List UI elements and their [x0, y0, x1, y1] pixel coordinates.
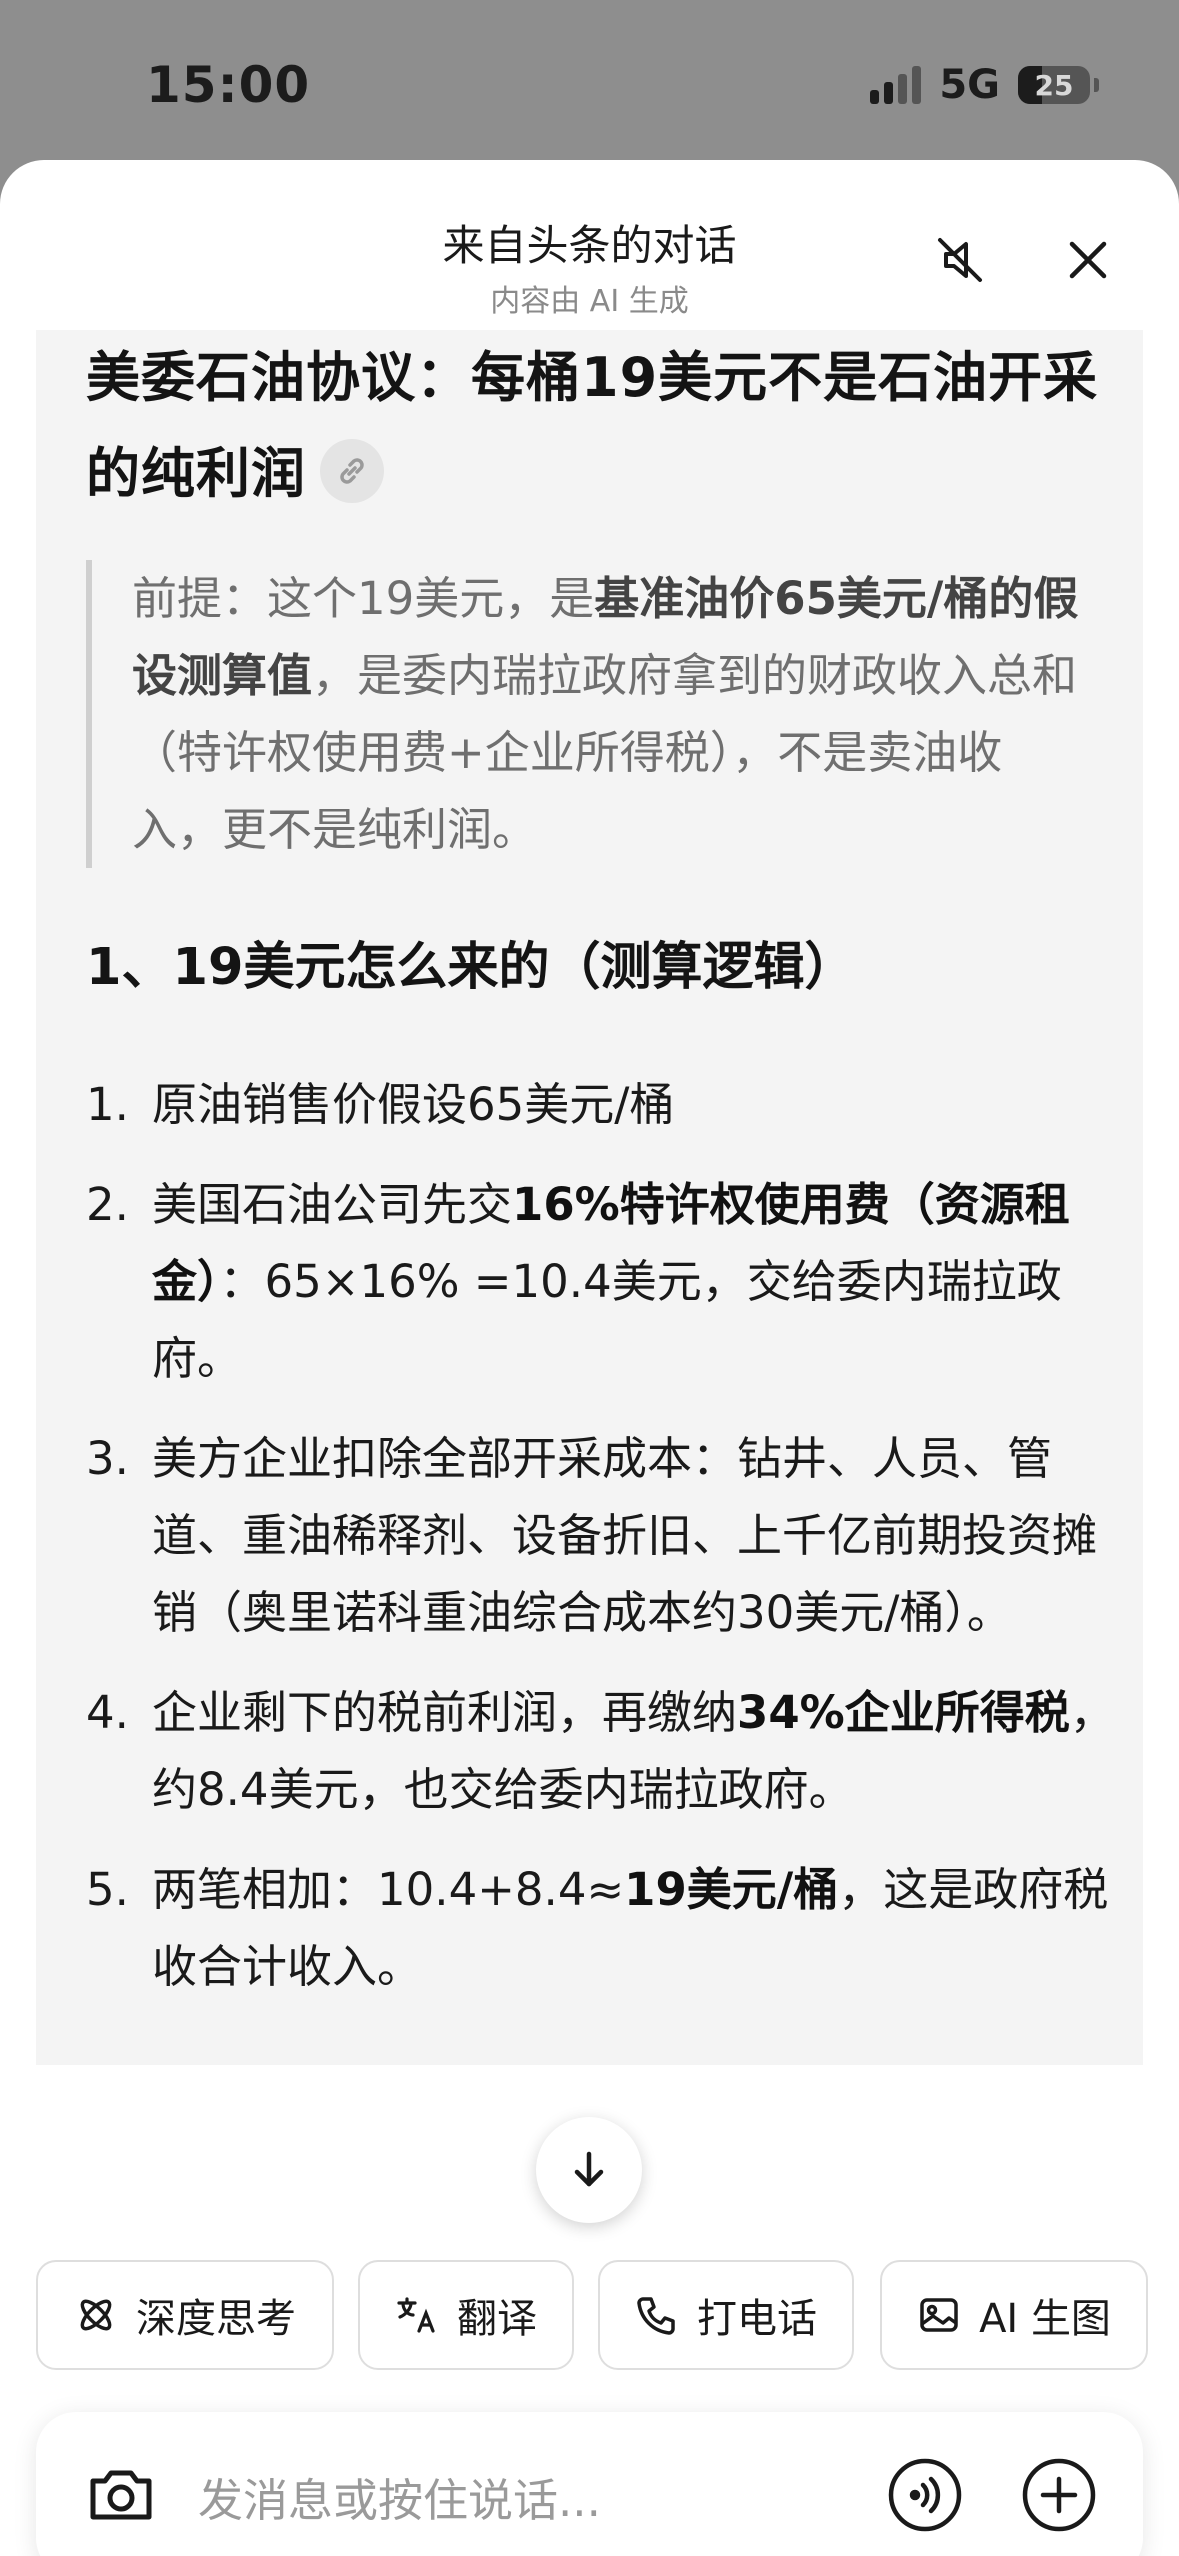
camera-button[interactable]: [78, 2452, 164, 2538]
list-number: 5.: [86, 1863, 129, 1916]
camera-icon: [90, 2470, 152, 2520]
list-text: ：65×16% =10.4美元，交给委内瑞拉政府。: [152, 1255, 1062, 1385]
atom-icon: [80, 2299, 112, 2331]
list-item: 4. 企业剩下的税前利润，再缴纳34%企业所得税，约8.4美元，也交给委内瑞拉政…: [86, 1674, 1126, 1828]
list-text: 两笔相加：10.4+8.4≈: [152, 1863, 625, 1916]
plus-icon: [1022, 2458, 1096, 2532]
sheet-header: 来自头条的对话 内容由 AI 生成: [0, 160, 1179, 330]
translate-chip[interactable]: 翻译: [358, 2260, 574, 2370]
battery-level: 25: [1034, 68, 1074, 102]
chip-label: 打电话: [697, 2296, 817, 2342]
network-label: 5G: [939, 62, 1000, 108]
list-bold: 19美元/桶: [624, 1863, 839, 1916]
list-item: 2. 美国石油公司先交16%特许权使用费（资源租金）：65×16% =10.4美…: [86, 1166, 1126, 1397]
close-icon: [1069, 241, 1107, 279]
phone-icon: [637, 2297, 675, 2335]
link-icon[interactable]: [320, 439, 384, 504]
list-item: 1. 原油销售价假设65美元/桶: [86, 1066, 1126, 1143]
battery-tip: [1094, 78, 1099, 92]
list-number: 3.: [86, 1432, 129, 1485]
voice-call-button[interactable]: [882, 2452, 968, 2538]
chip-label: AI 生图: [979, 2296, 1111, 2342]
speaker-muted-icon: [938, 238, 982, 282]
voice-wave-icon: [888, 2458, 962, 2532]
status-time: 15:00: [146, 56, 311, 114]
list-item: 3. 美方企业扣除全部开采成本：钻井、人员、管道、重油稀释剂、设备折旧、上千亿前…: [86, 1420, 1126, 1651]
image-icon: [920, 2298, 958, 2332]
deep-think-chip[interactable]: 深度思考: [36, 2260, 334, 2370]
message-input-bar: 发消息或按住说话...: [36, 2412, 1143, 2556]
list-bold: 34%企业所得税: [737, 1686, 1070, 1739]
close-button[interactable]: [1048, 220, 1128, 300]
scroll-down-button[interactable]: [536, 2117, 642, 2223]
list-text: 美国石油公司先交: [152, 1178, 513, 1231]
status-bar: 15:00 5G 25: [0, 0, 1179, 160]
list-item: 5. 两笔相加：10.4+8.4≈19美元/桶，这是政府税收合计收入。: [86, 1851, 1126, 2005]
call-chip[interactable]: 打电话: [598, 2260, 854, 2370]
list-text: 美方企业扣除全部开采成本：钻井、人员、管道、重油稀释剂、设备折旧、上千亿前期投资…: [152, 1432, 1098, 1639]
headline-text: 美委石油协议：每桶19美元不是石油开采的纯利润: [86, 346, 1099, 505]
battery-icon: 25: [1018, 66, 1090, 104]
chip-label: 翻译: [457, 2296, 537, 2342]
translate-icon: [397, 2297, 435, 2333]
list-number: 1.: [86, 1078, 129, 1131]
status-icons: 5G 25: [870, 62, 1099, 108]
quote-text-1: 前提：这个19美元，是: [132, 572, 595, 625]
message-input[interactable]: 发消息或按住说话...: [198, 2464, 601, 2529]
list-number: 2.: [86, 1178, 129, 1231]
ai-image-chip[interactable]: AI 生图: [880, 2260, 1148, 2370]
chat-sheet: 来自头条的对话 内容由 AI 生成 美委石油协议：每桶19美元不是石油开采的纯利…: [0, 160, 1179, 2556]
premise-quote: 前提：这个19美元，是基准油价65美元/桶的假设测算值，是委内瑞拉政府拿到的财政…: [86, 560, 1092, 868]
header-title: 来自头条的对话: [442, 221, 737, 270]
chip-label: 深度思考: [136, 2296, 296, 2342]
signal-icon: [870, 66, 922, 104]
header-subtitle: 内容由 AI 生成: [490, 284, 689, 319]
list-number: 4.: [86, 1686, 129, 1739]
steps-list: 1. 原油销售价假设65美元/桶 2. 美国石油公司先交16%特许权使用费（资源…: [86, 1066, 1126, 2005]
list-text: 企业剩下的税前利润，再缴纳: [152, 1686, 738, 1739]
arrow-down-icon: [574, 2151, 604, 2187]
message-content: 美委石油协议：每桶19美元不是石油开采的纯利润 前提：这个19美元，是基准油价6…: [36, 330, 1143, 2065]
section-title: 1、19美元怎么来的（测算逻辑）: [86, 938, 856, 997]
list-text: 原油销售价假设65美元/桶: [152, 1078, 675, 1131]
article-headline: 美委石油协议：每桶19美元不是石油开采的纯利润: [86, 330, 1126, 522]
add-button[interactable]: [1016, 2452, 1102, 2538]
mute-button[interactable]: [920, 220, 1000, 300]
